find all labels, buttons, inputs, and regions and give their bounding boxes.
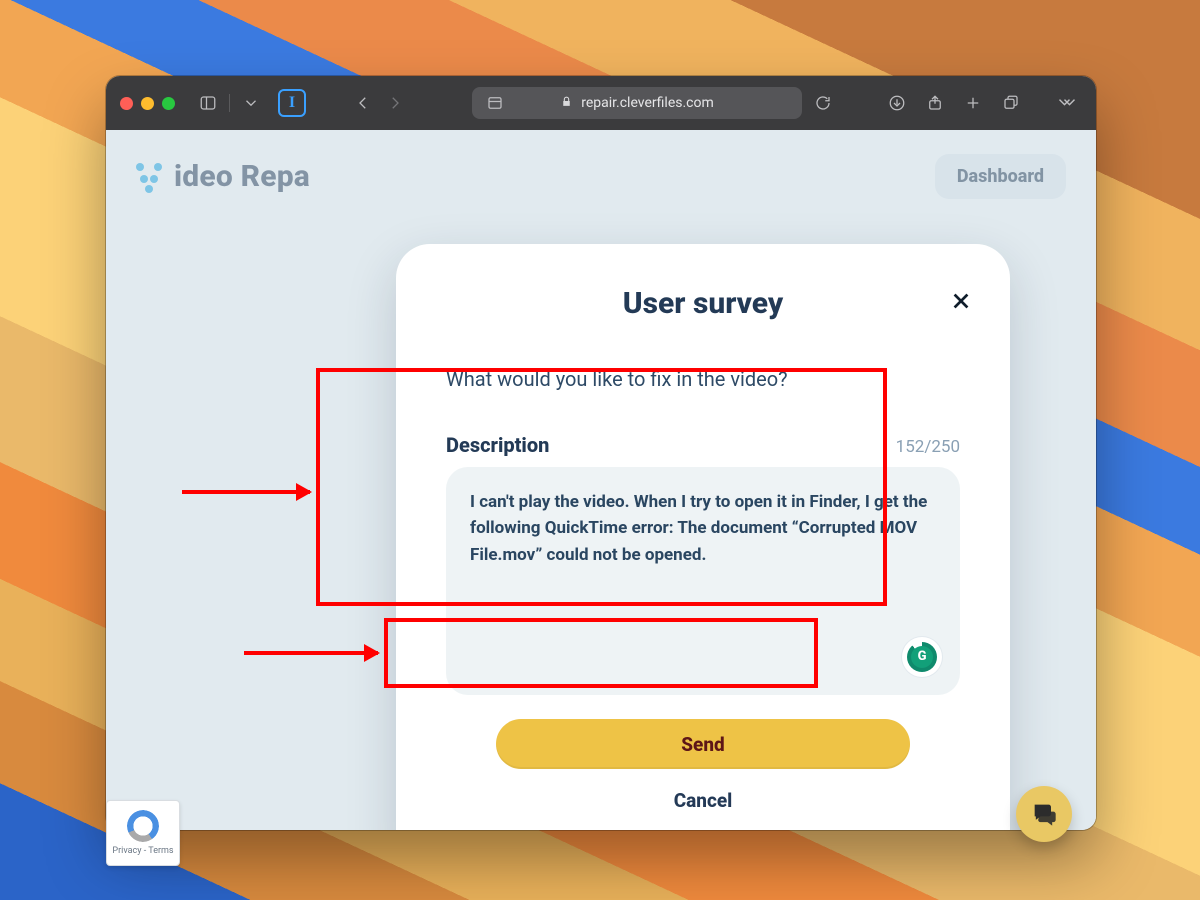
browser-titlebar: I repair.cleverfiles.com [106,76,1096,130]
reader-mode-icon[interactable] [480,88,510,118]
window-traffic-lights [120,97,175,110]
chat-fab[interactable] [1016,786,1072,842]
send-label: Send [681,733,724,756]
sidebar-toggle-button[interactable] [193,88,223,118]
cancel-label: Cancel [674,789,733,812]
textarea-value: I can't play the video. When I try to op… [470,492,927,565]
address-url: repair.cleverfiles.com [581,95,714,111]
send-button[interactable]: Send [496,719,910,769]
annotation-arrow-1 [182,490,310,494]
chat-icon [1030,800,1058,828]
window-close-button[interactable] [120,97,133,110]
browser-window: I repair.cleverfiles.com [106,76,1096,830]
extension-badge-letter: I [289,94,295,112]
toolbar-divider [229,94,230,112]
address-bar[interactable]: repair.cleverfiles.com [472,87,802,119]
survey-question: What would you like to fix in the video? [446,367,960,391]
modal-close-button[interactable] [946,286,976,316]
tab-group-chevron-icon[interactable] [236,88,266,118]
description-textarea[interactable]: I can't play the video. When I try to op… [446,467,960,695]
grammarly-icon[interactable]: G [902,637,942,677]
recaptcha-badge[interactable]: Privacy - Terms [106,800,180,866]
annotation-arrow-2 [244,651,378,655]
share-button[interactable] [920,88,950,118]
new-tab-button[interactable] [958,88,988,118]
window-minimize-button[interactable] [141,97,154,110]
window-fullscreen-button[interactable] [162,97,175,110]
recaptcha-icon [122,805,165,848]
lock-icon [560,95,573,112]
description-label: Description [446,433,549,457]
downloads-button[interactable] [882,88,912,118]
cancel-button[interactable]: Cancel [446,789,960,812]
user-survey-modal: User survey What would you like to fix i… [396,244,1010,830]
toolbar-overflow-button[interactable] [1052,88,1082,118]
nav-back-button[interactable] [348,88,378,118]
nav-forward-button[interactable] [380,88,410,118]
close-icon [950,290,972,312]
tab-overview-button[interactable] [996,88,1026,118]
modal-title: User survey [446,286,960,321]
recaptcha-caption: Privacy - Terms [112,846,173,856]
reload-button[interactable] [808,88,838,118]
char-counter: 152/250 [896,437,960,457]
extension-badge[interactable]: I [278,89,306,117]
grammarly-letter: G [911,646,933,668]
